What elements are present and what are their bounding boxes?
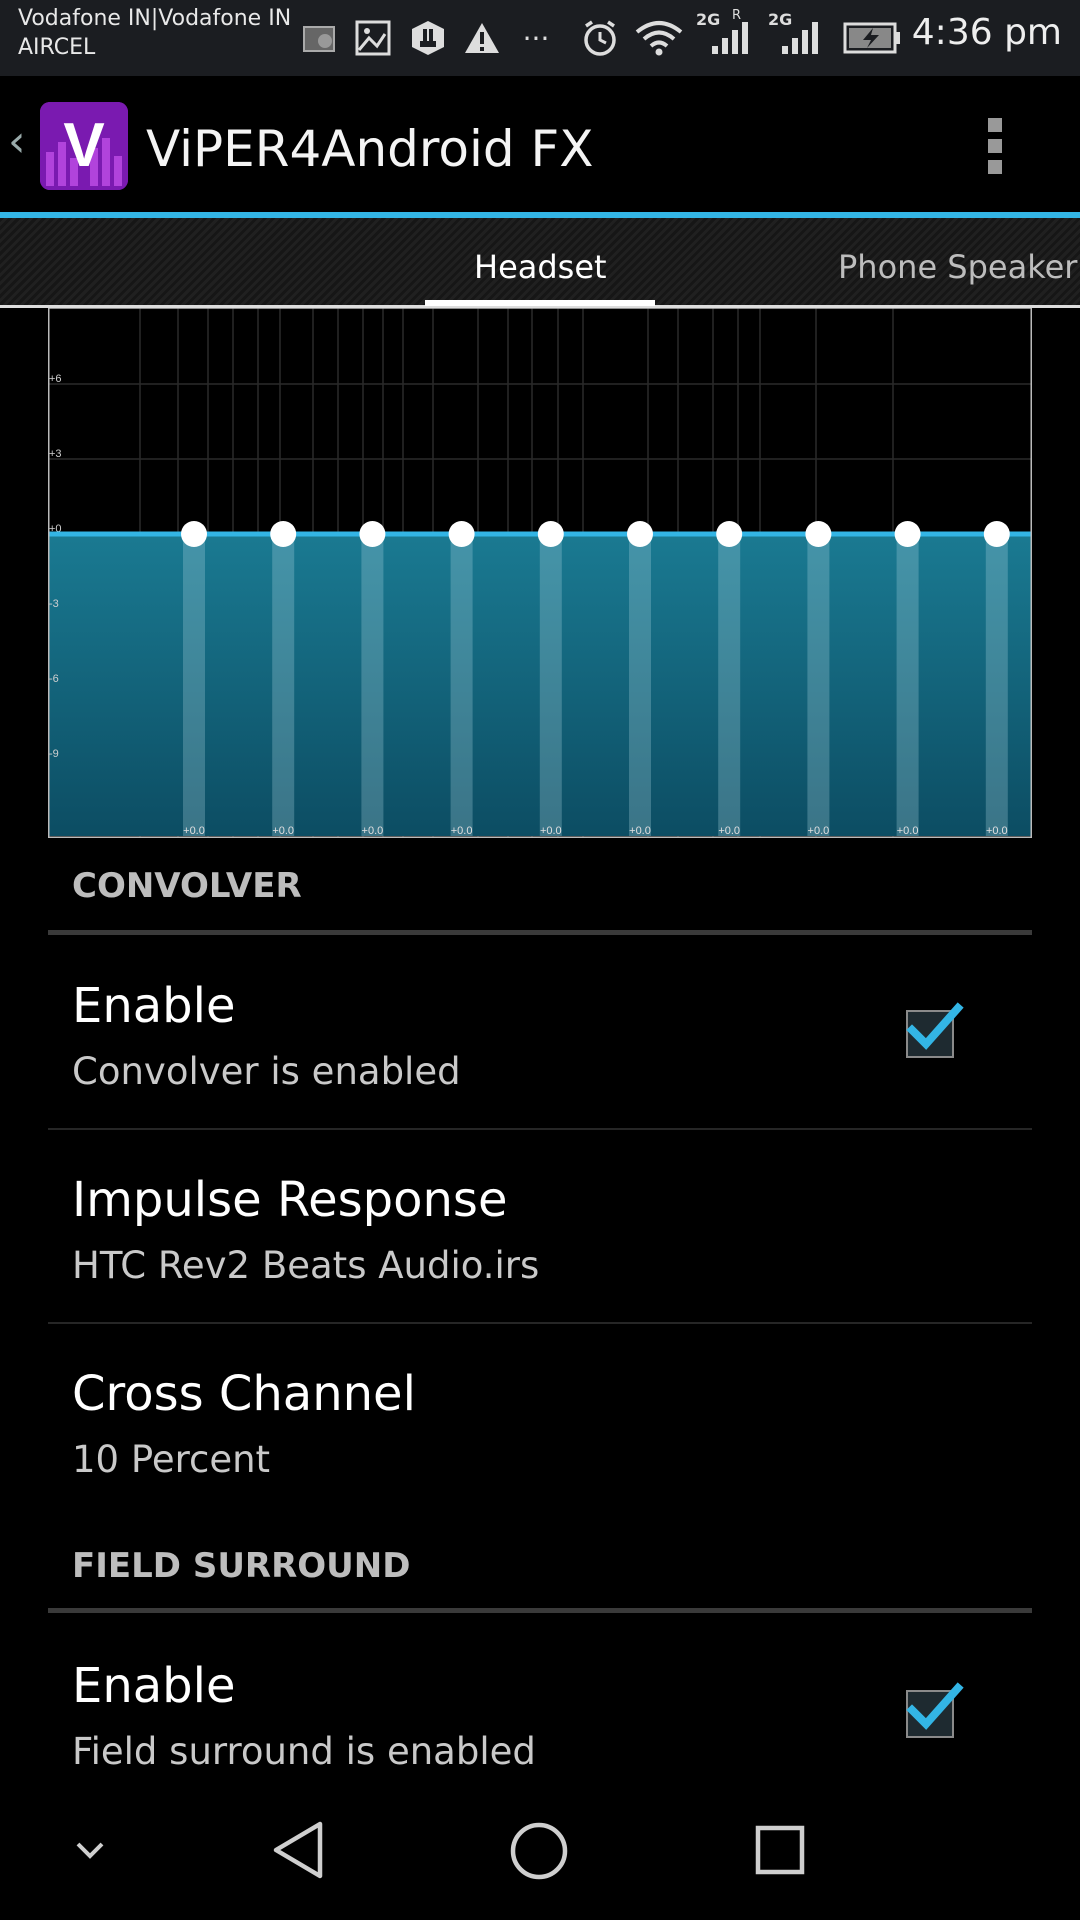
eq-band-track <box>183 534 205 836</box>
field-surround-enable-title: Enable <box>72 1658 236 1714</box>
eq-band-slider[interactable]: +0.0 <box>270 521 297 837</box>
impulse-response-value: HTC Rev2 Beats Audio.irs <box>72 1244 540 1287</box>
eq-y-tick-label: -3 <box>49 598 59 610</box>
convolver-enable-checkbox[interactable] <box>906 1002 964 1058</box>
navigation-bar <box>0 1780 1080 1920</box>
eq-band-value-label: +0.0 <box>629 825 651 837</box>
eq-y-tick-label: -6 <box>49 673 59 685</box>
eq-band-value-label: +0.0 <box>362 825 384 837</box>
signal-icon: 2G R <box>692 8 762 58</box>
eq-band-track <box>361 534 384 836</box>
eq-band-track <box>807 534 830 836</box>
eq-band-slider[interactable]: +0.0 <box>448 521 475 837</box>
signal-icon-2: 2G <box>766 8 828 58</box>
eq-band-handle[interactable] <box>359 521 386 547</box>
eq-band-handle[interactable] <box>983 521 1010 547</box>
section-divider <box>48 1608 1032 1613</box>
image-icon <box>354 18 392 58</box>
eq-band-value-label: +0.0 <box>897 825 919 837</box>
eq-band-track <box>539 534 562 836</box>
section-header-convolver: CONVOLVER <box>72 866 302 906</box>
overflow-menu-icon[interactable] <box>988 118 1004 181</box>
clock: 4:36 pm <box>911 12 1062 53</box>
back-icon[interactable] <box>270 1820 326 1880</box>
eq-band-slider[interactable]: +0.0 <box>627 521 653 837</box>
section-divider <box>48 930 1032 935</box>
eq-band-slider[interactable]: +0.0 <box>181 521 207 837</box>
carrier-line-1: Vodafone IN|Vodafone IN <box>18 6 292 31</box>
list-divider <box>48 1128 1032 1130</box>
eq-y-tick-label: +6 <box>49 373 62 385</box>
app-title: ViPER4Android FX <box>146 120 594 178</box>
alarm-icon <box>580 18 620 58</box>
eq-band-handle[interactable] <box>448 521 475 547</box>
eq-band-slider[interactable]: +0.0 <box>983 521 1010 837</box>
eq-band-value-label: +0.0 <box>451 825 473 837</box>
battery-charging-icon <box>842 18 904 58</box>
eq-band-handle[interactable] <box>537 521 564 547</box>
photo-icon <box>302 18 338 58</box>
hide-keyboard-chevron-icon[interactable] <box>70 1836 110 1864</box>
equalizer-svg[interactable]: +6+3+0-3-6-9 +0.0 +0.0 +0.0 +0.0 +0.0 +0.0 +0.… <box>48 308 1032 838</box>
tab-headset[interactable]: Headset <box>474 248 607 286</box>
recent-apps-icon[interactable] <box>752 1822 808 1878</box>
eq-band-slider[interactable]: +0.0 <box>359 521 386 837</box>
eq-band-handle[interactable] <box>627 521 653 547</box>
eq-band-track <box>718 534 741 836</box>
eq-band-handle[interactable] <box>181 521 207 547</box>
cross-channel-title: Cross Channel <box>72 1366 416 1422</box>
cross-channel-value: 10 Percent <box>72 1438 271 1481</box>
eq-band-handle[interactable] <box>716 521 743 547</box>
eq-band-track <box>896 534 919 836</box>
eq-band-value-label: +0.0 <box>540 825 562 837</box>
up-navigation-icon[interactable]: ‹ <box>8 116 26 167</box>
eq-y-tick-label: +3 <box>49 448 62 460</box>
eq-band-handle[interactable] <box>805 521 832 547</box>
home-icon[interactable] <box>508 1820 570 1882</box>
tab-bar: Headset Phone Speaker <box>0 218 1080 308</box>
field-surround-enable-checkbox[interactable] <box>906 1682 964 1738</box>
eq-band-value-label: +0.0 <box>986 825 1008 837</box>
checkmark-icon <box>906 1002 964 1050</box>
tab-phone-speaker[interactable]: Phone Speaker <box>838 248 1077 286</box>
hand-icon <box>408 18 448 58</box>
eq-band-slider[interactable]: +0.0 <box>805 521 832 837</box>
carrier-label: Vodafone IN|Vodafone IN AIRCEL <box>18 4 291 62</box>
wifi-icon <box>634 18 684 58</box>
app-logo-icon[interactable]: V <box>40 102 128 190</box>
warning-icon <box>462 18 502 58</box>
eq-band-track <box>629 534 651 836</box>
status-bar: Vodafone IN|Vodafone IN AIRCEL ··· 2G R … <box>0 0 1080 76</box>
carrier-line-2: AIRCEL <box>18 35 96 60</box>
more-icon: ··· <box>522 21 550 55</box>
eq-band-value-label: +0.0 <box>272 825 294 837</box>
eq-band-value-label: +0.0 <box>808 825 830 837</box>
eq-band-slider[interactable]: +0.0 <box>716 521 743 837</box>
eq-band-value-label: +0.0 <box>183 825 205 837</box>
checkmark-icon <box>906 1682 964 1730</box>
eq-band-slider[interactable]: +0.0 <box>894 521 921 837</box>
action-bar: ‹ V ViPER4Android FX <box>0 76 1080 214</box>
eq-band-track <box>985 534 1008 836</box>
eq-band-handle[interactable] <box>270 521 297 547</box>
section-header-field-surround: FIELD SURROUND <box>72 1546 411 1586</box>
impulse-response-title: Impulse Response <box>72 1172 508 1228</box>
field-surround-enable-summary: Field surround is enabled <box>72 1730 536 1773</box>
list-divider <box>48 1322 1032 1324</box>
eq-band-slider[interactable]: +0.0 <box>537 521 564 837</box>
eq-band-track <box>272 534 295 836</box>
tab-selected-indicator <box>425 300 655 306</box>
convolver-enable-title: Enable <box>72 978 236 1034</box>
eq-band-handle[interactable] <box>894 521 921 547</box>
eq-band-track <box>450 534 473 836</box>
eq-y-tick-label: -9 <box>49 748 59 760</box>
convolver-enable-summary: Convolver is enabled <box>72 1050 461 1093</box>
equalizer-graph[interactable]: +6 +3 +0 -3 -6 -9 +0.0 +0.0 +0.0 +0.0 +0.0 +0.0 +0.… <box>48 308 1032 838</box>
eq-band-value-label: +0.0 <box>718 825 740 837</box>
app-logo-letter: V <box>63 111 104 180</box>
